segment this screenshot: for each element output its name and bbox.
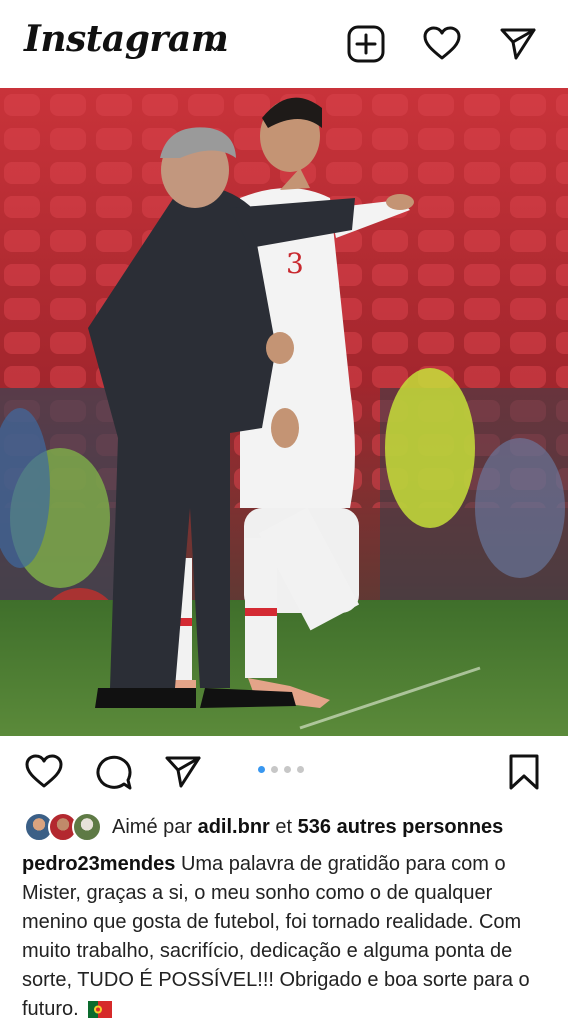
post-caption: pedro23mendes Uma palavra de gratidão pa… bbox=[22, 850, 552, 1024]
likes-others-count[interactable]: 536 autres personnes bbox=[298, 816, 504, 838]
avatar bbox=[72, 812, 102, 842]
carousel-dot bbox=[297, 766, 304, 773]
caption-text: Uma palavra de gratidão para com o Miste… bbox=[22, 853, 530, 1020]
likes-summary: Aimé par adil.bnr et 536 autres personne… bbox=[112, 816, 503, 839]
svg-text:3: 3 bbox=[286, 247, 304, 280]
portugal-flag-icon bbox=[88, 998, 113, 1024]
top-bar: Instagram bbox=[0, 0, 568, 88]
carousel-dot bbox=[284, 766, 291, 773]
instagram-logo[interactable]: Instagram bbox=[24, 18, 229, 60]
share-icon[interactable] bbox=[163, 752, 203, 792]
carousel-dot-active bbox=[258, 766, 265, 773]
carousel-dot bbox=[271, 766, 278, 773]
liker-avatars bbox=[24, 812, 104, 842]
chevron-down-icon[interactable] bbox=[206, 40, 224, 58]
liker-username[interactable]: adil.bnr bbox=[198, 816, 270, 838]
comment-icon[interactable] bbox=[94, 752, 134, 792]
new-post-icon[interactable] bbox=[346, 24, 386, 64]
save-bookmark-icon[interactable] bbox=[504, 752, 544, 792]
likes-row[interactable]: Aimé par adil.bnr et 536 autres personne… bbox=[24, 810, 554, 844]
likes-prefix: Aimé par bbox=[112, 816, 193, 838]
heart-icon[interactable] bbox=[422, 24, 462, 64]
post-photo[interactable]: 3 bbox=[0, 88, 568, 736]
caption-username[interactable]: pedro23mendes bbox=[22, 853, 175, 875]
like-heart-icon[interactable] bbox=[24, 752, 64, 792]
direct-message-icon[interactable] bbox=[498, 24, 538, 64]
likes-connector: et bbox=[275, 816, 293, 838]
carousel-indicator bbox=[258, 766, 304, 773]
instagram-app: Instagram 3 Aimé par adil.bnr et 536 aut… bbox=[0, 0, 568, 1024]
